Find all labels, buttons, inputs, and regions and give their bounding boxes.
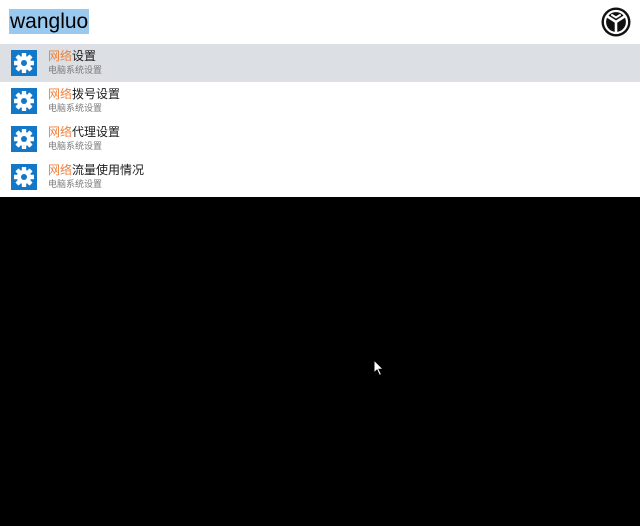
search-input[interactable]: wangluo (9, 9, 90, 34)
result-title-rest: 代理设置 (72, 125, 121, 139)
result-subtitle: 电脑系统设置 (48, 142, 103, 152)
result-title-highlight: 网络 (48, 163, 73, 177)
mouse-cursor-icon (373, 359, 385, 377)
result-subtitle: 电脑系统设置 (48, 180, 103, 190)
gear-icon (11, 126, 37, 152)
result-title-rest: 拨号设置 (72, 87, 121, 101)
result-title-rest: 流量使用情况 (72, 163, 145, 177)
result-subtitle: 电脑系统设置 (48, 66, 103, 76)
gear-icon (11, 50, 37, 76)
results-list: 网络设置 电脑系统设置 网络拨号设置 电脑系统设置 网络代理设置 电脑系统设置 … (0, 44, 640, 196)
gear-icon (11, 164, 37, 190)
result-title: 网络拨号设置 (48, 86, 120, 102)
search-bar: wangluo (0, 0, 640, 44)
result-title-highlight: 网络 (48, 87, 73, 101)
launcher-window: wangluo 网络设置 电脑系统设置 网络拨号设置 电脑系统设置 网络代理设置… (0, 0, 640, 197)
gear-icon (11, 88, 37, 114)
result-title-rest: 设置 (72, 49, 97, 63)
result-subtitle: 电脑系统设置 (48, 104, 103, 114)
result-title-highlight: 网络 (48, 49, 73, 63)
result-item[interactable]: 网络流量使用情况 电脑系统设置 (0, 158, 640, 196)
result-title-highlight: 网络 (48, 125, 73, 139)
result-title: 网络代理设置 (48, 124, 120, 140)
result-title: 网络流量使用情况 (48, 162, 144, 178)
app-logo-icon[interactable] (601, 7, 631, 37)
result-title: 网络设置 (48, 48, 96, 64)
result-item[interactable]: 网络设置 电脑系统设置 (0, 44, 640, 82)
result-item[interactable]: 网络拨号设置 电脑系统设置 (0, 82, 640, 120)
result-item[interactable]: 网络代理设置 电脑系统设置 (0, 120, 640, 158)
